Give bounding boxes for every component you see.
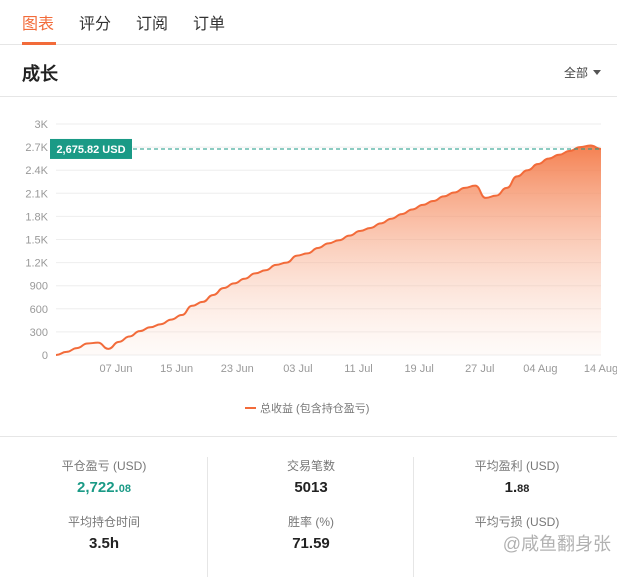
closed-pnl-main: 2,722. (77, 479, 119, 496)
stats-column-2: 交易笔数 5013 胜率 (%) 71.59 (221, 457, 401, 557)
y-tick-label: 1.8K (25, 211, 48, 223)
x-tick-label: 07 Jun (99, 363, 132, 375)
y-tick-label: 2.4K (25, 165, 48, 177)
range-filter-label: 全部 (563, 66, 588, 80)
stats-column-1: 平仓盈亏 (USD) 2,722.08 平均持仓时间 3.5h (14, 457, 194, 557)
trade-count-main: 5013 (294, 479, 328, 496)
y-tick-label: 2.7K (25, 142, 48, 154)
tab-orders[interactable]: 订单 (193, 10, 225, 34)
trade-count-value: 5013 (221, 479, 401, 501)
y-tick-label: 1.2K (25, 258, 48, 270)
x-tick-label: 27 Jul (465, 363, 494, 375)
win-rate-main: 71.59 (292, 535, 330, 552)
legend-label: 总收益 (包含持仓盈亏) (260, 401, 369, 415)
avg-hold-time-label: 平均持仓时间 (67, 515, 140, 529)
trade-count-label: 交易笔数 (286, 459, 335, 473)
x-tick-label: 19 Jul (404, 363, 433, 375)
closed-pnl-value: 2,722.08 (14, 479, 194, 501)
y-tick-label: 0 (42, 350, 48, 362)
closed-pnl-label: 平仓盈亏 (USD) (61, 459, 147, 473)
tab-chart[interactable]: 图表 (22, 10, 54, 34)
y-tick-label: 2.1K (25, 188, 48, 200)
y-tick-label: 3K (35, 119, 49, 131)
section-title: 成长 (22, 64, 58, 84)
tab-bar: 图表 评分 订阅 订单 (0, 0, 617, 45)
tab-rating[interactable]: 评分 (79, 10, 111, 34)
y-tick-label: 300 (30, 327, 48, 339)
tab-subscribe[interactable]: 订阅 (136, 10, 168, 34)
range-filter-dropdown[interactable]: 全部 (564, 64, 601, 81)
y-tick-label: 1.5K (25, 235, 48, 247)
divider (207, 457, 208, 577)
x-tick-label: 11 Jul (344, 363, 373, 375)
x-tick-label: 03 Jul (283, 363, 312, 375)
avg-hold-time-main: 3.5h (88, 535, 119, 552)
avg-loss-label: 平均亏损 (USD) (474, 515, 560, 529)
avg-hold-time-value: 3.5h (14, 535, 194, 557)
avg-profit-label: 平均盈利 (USD) (474, 459, 560, 473)
y-tick-label: 600 (30, 304, 48, 316)
series-area (56, 145, 601, 355)
chevron-down-icon (593, 70, 601, 75)
y-tick-label: 900 (30, 281, 48, 293)
closed-pnl-decimals: 08 (118, 483, 131, 495)
win-rate-label: 胜率 (%) (288, 515, 334, 529)
win-rate-value: 71.59 (221, 535, 401, 557)
x-tick-label: 23 Jun (221, 363, 254, 375)
avg-profit-main: 1. (504, 479, 518, 496)
current-value-label: 2,675.82 USD (56, 144, 125, 156)
x-tick-label: 04 Aug (523, 363, 557, 375)
avg-profit-value: 1.88 (427, 479, 607, 501)
watermark: @咸鱼翻身张 (502, 534, 611, 554)
x-tick-label: 14 Aug (584, 363, 617, 375)
avg-profit-decimals: 88 (517, 483, 530, 495)
x-tick-label: 15 Jun (160, 363, 193, 375)
growth-chart: 0 300 600 900 1.2K 1.5K 1.8K 2.1K 2.4K 2.7K 3K 07 J… (25, 119, 617, 415)
stats-panel: 平仓盈亏 (USD) 2,722.08 平均持仓时间 3.5h 交易笔数 501… (0, 436, 617, 582)
divider (413, 457, 414, 577)
section-header: 成长 全部 (0, 45, 617, 97)
